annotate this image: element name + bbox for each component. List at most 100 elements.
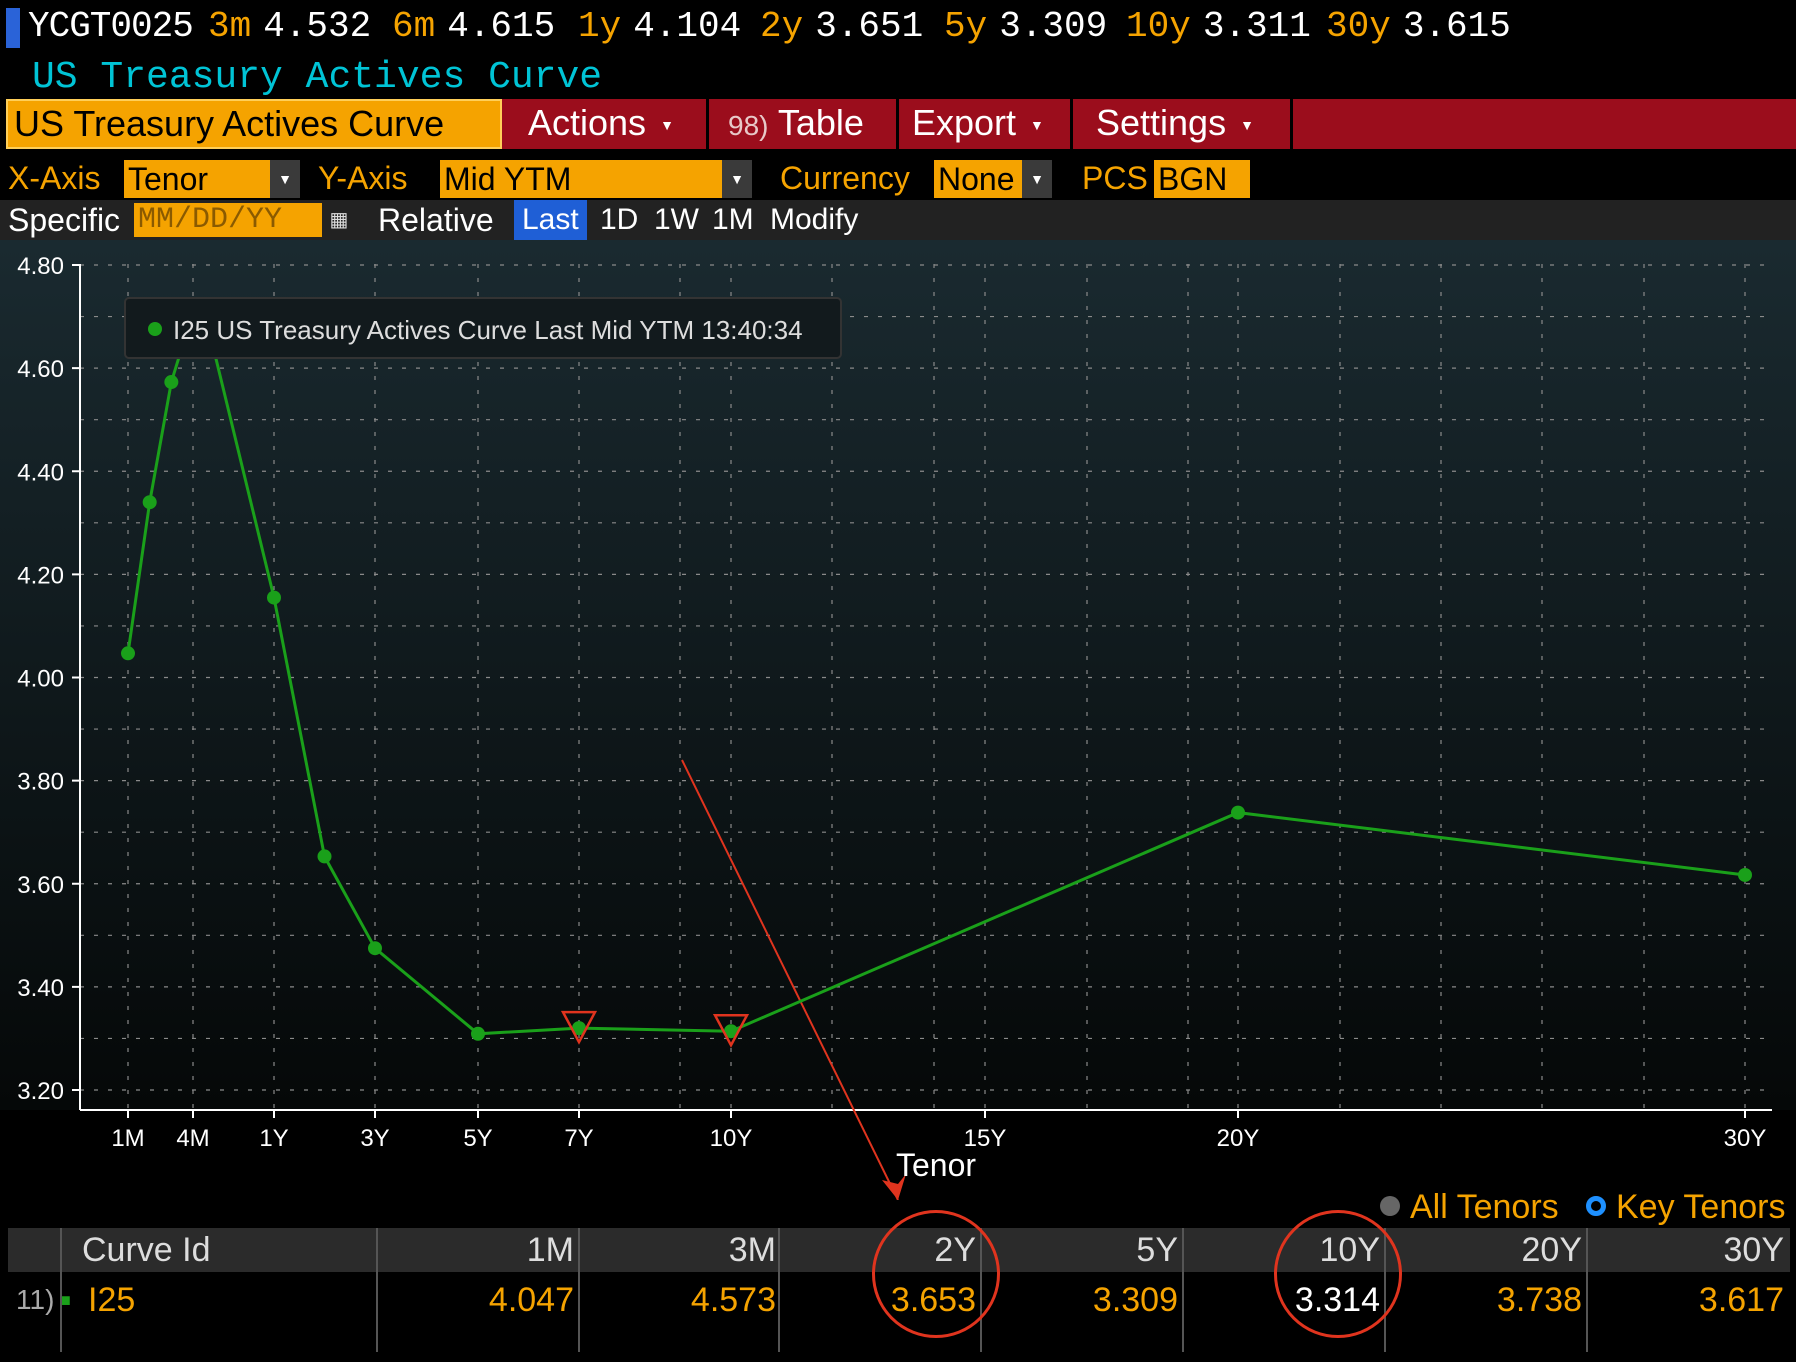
y-tick-label: 4.00	[17, 666, 64, 693]
header-curve-id[interactable]: Curve Id	[82, 1228, 211, 1272]
chevron-down-icon[interactable]: ▼	[1022, 160, 1052, 198]
x-tick-label: 10Y	[710, 1125, 753, 1152]
radio-unselected-icon	[1380, 1196, 1400, 1217]
data-point	[121, 646, 135, 661]
page-subtitle: US Treasury Actives Curve	[32, 56, 603, 99]
y-axis-select[interactable]: Mid YTM	[440, 160, 722, 198]
data-point	[164, 375, 179, 390]
x-tick-label: 5Y	[463, 1125, 492, 1152]
header-1m[interactable]: 1M	[527, 1228, 574, 1272]
ticker-tenor: 30y	[1326, 6, 1391, 47]
ticker-marker	[6, 8, 20, 48]
key-tenors-label: Key Tenors	[1616, 1188, 1786, 1226]
data-point	[368, 941, 382, 956]
x-axis-title: Tenor	[896, 1147, 976, 1183]
ticker-symbol[interactable]: YCGT0025	[28, 6, 194, 47]
modify-button[interactable]: Modify	[762, 200, 866, 240]
cell-1m: 4.047	[488, 1281, 574, 1319]
relative-1d-button[interactable]: 1D	[592, 200, 646, 240]
ticker-tenor: 2y	[760, 6, 804, 47]
specific-date-input[interactable]: MM/DD/YY	[134, 203, 322, 237]
ticker-quote-2y: 2y 3.651	[760, 6, 923, 47]
x-tick-label: 3Y	[360, 1125, 389, 1152]
y-tick-label: 4.80	[17, 253, 64, 280]
header-20y[interactable]: 20Y	[1522, 1228, 1583, 1272]
menu-bar: US Treasury Actives Curve Actions ▼ 98) T…	[6, 99, 1796, 149]
y-tick-label: 4.20	[17, 562, 64, 589]
y-tick-label: 3.20	[17, 1078, 64, 1105]
y-tick-label: 4.40	[17, 459, 64, 486]
calendar-icon[interactable]: ▦	[324, 203, 354, 237]
settings-label: Settings	[1096, 102, 1227, 143]
cell-30y: 3.617	[1698, 1281, 1784, 1319]
actions-menu[interactable]: Actions ▼	[528, 99, 674, 149]
ticker-value: 3.309	[999, 6, 1108, 47]
data-point	[1738, 867, 1752, 882]
data-point	[267, 590, 281, 605]
date-selector-row: Specific MM/DD/YY ▦ Relative Last 1D 1W …	[0, 200, 1796, 240]
export-menu[interactable]: Export ▼	[912, 99, 1044, 149]
chart-canvas: 3.20 3.40 3.60 3.80 4.00 4.20 4.40 4.60 4.80 1M 4…	[0, 240, 1796, 1200]
relative-1w-button[interactable]: 1W	[646, 200, 707, 240]
all-tenors-label: All Tenors	[1410, 1188, 1559, 1226]
annotation-circle-10y	[1274, 1210, 1402, 1338]
ticker-value: 3.615	[1402, 6, 1511, 47]
chevron-down-icon: ▼	[660, 117, 674, 134]
column-divider	[60, 1228, 62, 1352]
data-point	[142, 495, 157, 510]
key-tenors-toggle[interactable]: Key Tenors	[1586, 1188, 1785, 1227]
header-5y[interactable]: 5Y	[1136, 1228, 1178, 1272]
ticker-tenor: 1y	[578, 6, 622, 47]
header-3m[interactable]: 3M	[729, 1228, 776, 1272]
cell-20y: 3.738	[1496, 1281, 1582, 1319]
pcs-field[interactable]: BGN	[1154, 160, 1250, 198]
relative-last-button[interactable]: Last	[514, 200, 587, 240]
x-tick-label: 20Y	[1217, 1125, 1260, 1152]
x-tick-label: 1M	[111, 1125, 144, 1152]
y-axis-label: Y-Axis	[318, 160, 408, 196]
axis-selector-row: X-Axis Tenor ▼ Y-Axis Mid YTM ▼ Currency…	[0, 158, 1796, 202]
currency-select[interactable]: None	[934, 160, 1022, 198]
x-axis-label: X-Axis	[8, 160, 101, 196]
relative-label: Relative	[378, 202, 494, 238]
ticker-quote-6m: 6m 4.615	[392, 6, 555, 47]
curve-title-button[interactable]: US Treasury Actives Curve	[6, 99, 502, 149]
actions-label: Actions	[528, 102, 647, 143]
chart-legend[interactable]: I25 US Treasury Actives Curve Last Mid Y…	[124, 297, 842, 359]
column-divider	[778, 1228, 780, 1352]
chevron-down-icon: ▼	[1030, 117, 1044, 134]
table-button[interactable]: 98) Table	[728, 99, 864, 149]
relative-1m-button[interactable]: 1M	[704, 200, 762, 240]
yield-curve-chart[interactable]: 3.20 3.40 3.60 3.80 4.00 4.20 4.40 4.60 4.80 1M 4…	[0, 240, 1796, 1200]
ticker-value: 3.311	[1202, 6, 1311, 47]
header-30y[interactable]: 30Y	[1724, 1228, 1785, 1272]
data-point	[471, 1026, 485, 1041]
x-tick-label: 4M	[176, 1125, 209, 1152]
pcs-label: PCS	[1082, 160, 1148, 196]
ticker-tenor: 3m	[208, 6, 252, 47]
settings-menu[interactable]: Settings ▼	[1096, 99, 1254, 149]
legend-series-dot	[148, 322, 162, 336]
ticker-value: 3.651	[815, 6, 924, 47]
ticker-tenor: 6m	[392, 6, 436, 47]
cell-curve-id: I25	[88, 1281, 136, 1319]
column-divider	[1586, 1228, 1588, 1352]
chevron-down-icon[interactable]: ▼	[270, 160, 300, 198]
tenor-table: Curve Id 1M 3M 2Y 5Y 10Y 20Y 30Y 11) ■ I…	[8, 1210, 1790, 1352]
all-tenors-toggle[interactable]: All Tenors	[1380, 1188, 1559, 1227]
ticker-tenor: 10y	[1126, 6, 1191, 47]
data-point	[317, 849, 332, 864]
currency-label: Currency	[780, 160, 910, 196]
menu-divider	[896, 99, 899, 149]
table-label: Table	[777, 102, 864, 143]
ticker-value: 4.104	[633, 6, 742, 47]
column-divider	[578, 1228, 580, 1352]
x-axis-select[interactable]: Tenor	[124, 160, 270, 198]
legend-text: I25 US Treasury Actives Curve Last Mid Y…	[173, 315, 803, 345]
column-divider	[1182, 1228, 1184, 1352]
chevron-down-icon[interactable]: ▼	[722, 160, 752, 198]
x-tick-label: 30Y	[1724, 1125, 1767, 1152]
chevron-down-icon: ▼	[1240, 117, 1254, 134]
table-shortcut-number: 98)	[728, 110, 769, 141]
y-tick-label: 4.60	[17, 356, 64, 383]
